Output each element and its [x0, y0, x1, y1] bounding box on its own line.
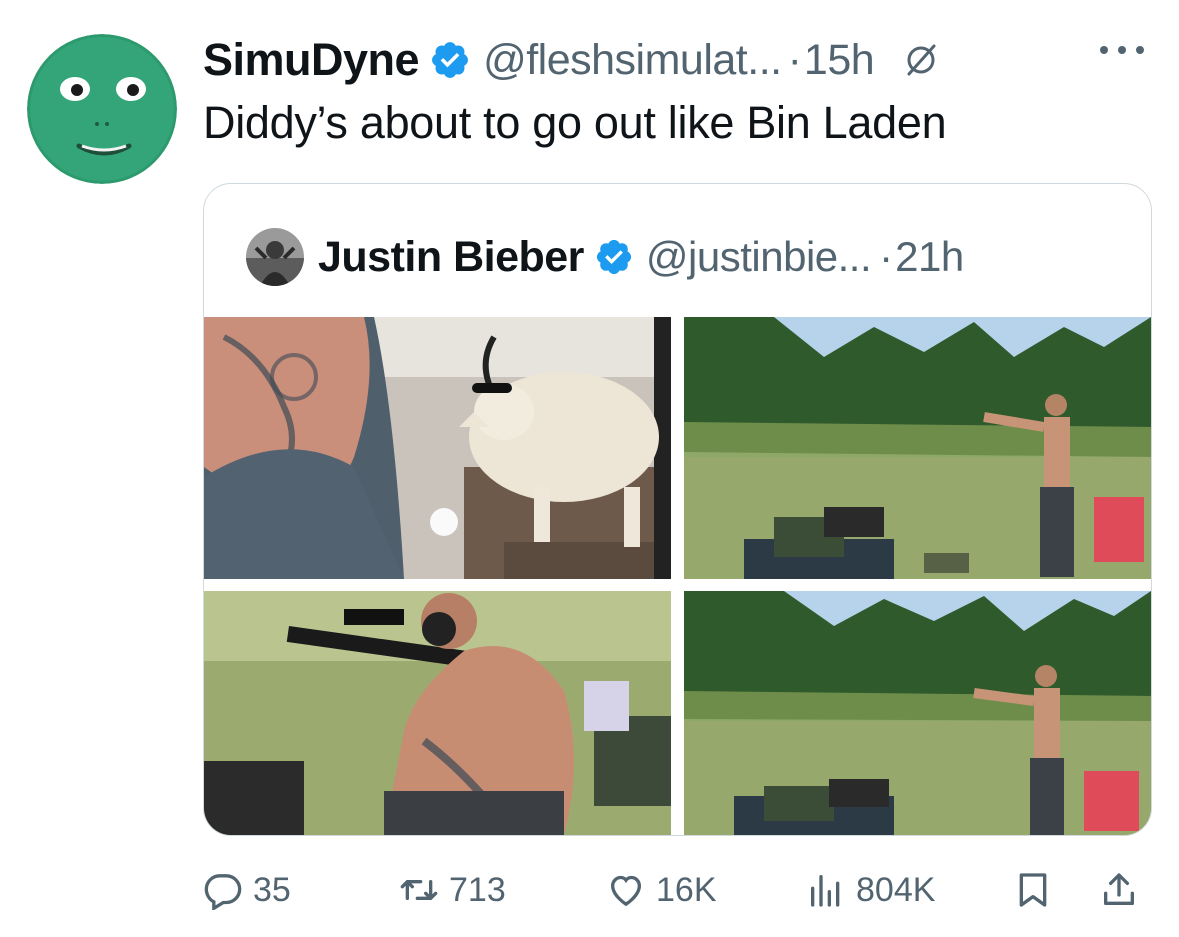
author-name[interactable]: SimuDyne	[203, 34, 420, 86]
retweet-icon	[400, 880, 438, 900]
share-icon	[1104, 873, 1134, 905]
views-button[interactable]: 804K	[806, 862, 935, 918]
like-button[interactable]: 16K	[606, 862, 717, 918]
tweet-text: Diddy’s about to go out like Bin Laden	[203, 97, 947, 148]
photo-1[interactable]	[204, 317, 671, 579]
like-icon	[610, 875, 642, 907]
quoted-author-avatar[interactable]	[246, 228, 304, 286]
photo-2[interactable]	[684, 317, 1151, 579]
photo-3[interactable]	[204, 591, 671, 835]
photo-4[interactable]	[684, 591, 1151, 835]
reply-count: 35	[253, 870, 291, 909]
action-bar: 35 713 16K 804K	[203, 862, 1148, 918]
quoted-tweet[interactable]: Justin Bieber @justinbie... · 21h	[203, 183, 1152, 836]
quoted-tweet-header: Justin Bieber @justinbie... · 21h	[246, 228, 964, 286]
separator-dot: ·	[879, 233, 894, 280]
author-avatar[interactable]	[27, 34, 177, 184]
author-handle[interactable]: @fleshsimulat...	[483, 36, 782, 85]
views-icon	[811, 875, 840, 907]
verified-badge-icon	[429, 39, 471, 81]
tweet-header: SimuDyne @fleshsimulat... · 15h	[203, 30, 938, 90]
more-icon[interactable]	[1095, 40, 1149, 60]
bookmark-icon	[1019, 873, 1047, 907]
retweet-button[interactable]: 713	[399, 862, 506, 918]
tweet-time[interactable]: 15h	[804, 36, 875, 85]
reply-button[interactable]: 35	[203, 862, 291, 918]
bookmark-button[interactable]	[1013, 862, 1053, 918]
grok-icon[interactable]	[904, 43, 938, 77]
share-button[interactable]	[1099, 862, 1139, 918]
quoted-tweet-time[interactable]: 21h	[895, 233, 964, 281]
views-count: 804K	[856, 870, 936, 909]
quoted-author-handle[interactable]: @justinbie...	[646, 233, 872, 281]
like-count: 16K	[656, 870, 717, 909]
quoted-author-name[interactable]: Justin Bieber	[318, 233, 584, 282]
verified-badge-icon	[594, 237, 634, 277]
reply-icon	[204, 874, 242, 910]
retweet-count: 713	[449, 870, 506, 909]
separator-dot: ·	[787, 35, 802, 84]
